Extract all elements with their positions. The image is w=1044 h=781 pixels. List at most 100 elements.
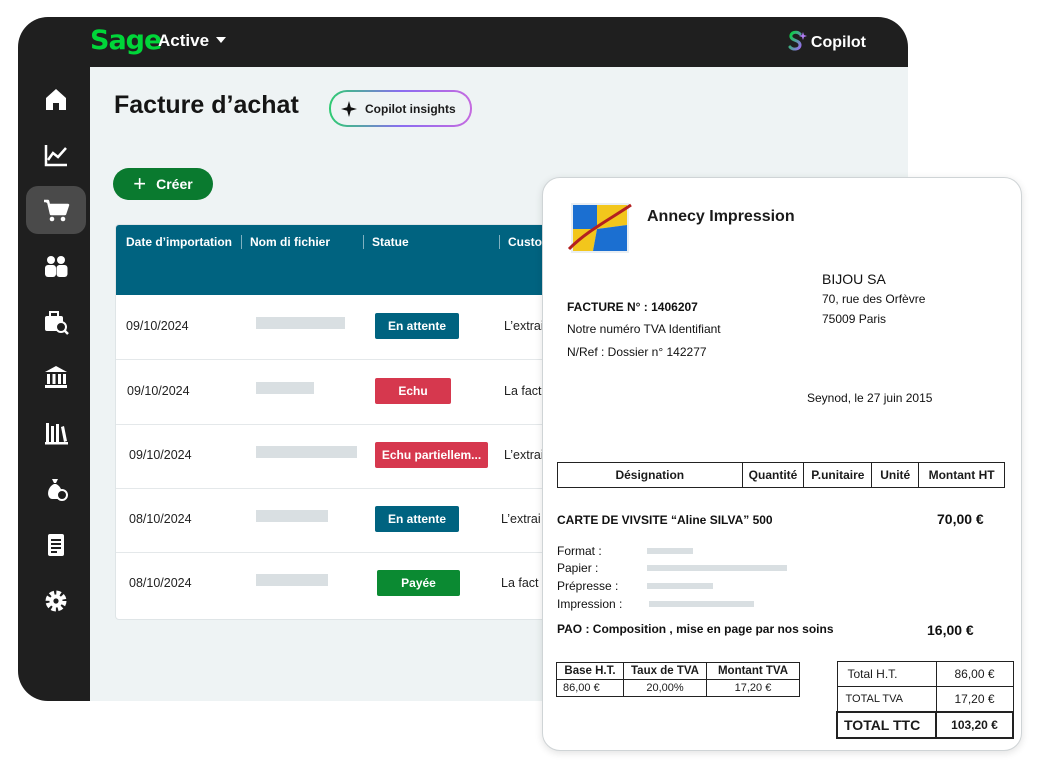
document-icon: [48, 534, 64, 556]
sidebar-item-bank[interactable]: [26, 353, 86, 401]
top-bar: Sage Active Copilot: [18, 17, 908, 67]
invoice-company-name: Annecy Impression: [647, 208, 795, 225]
status-badge: Echu: [375, 378, 451, 404]
detail-placeholder: [647, 548, 693, 554]
sidebar: [18, 67, 90, 701]
row-customer: L’extrai: [504, 448, 544, 462]
chevron-down-icon: [216, 37, 227, 43]
page-title: Facture d’achat: [114, 91, 299, 119]
status-badge: En attente: [375, 313, 459, 339]
recipient-name: BIJOU SA: [822, 271, 886, 287]
detail-placeholder: [649, 601, 754, 607]
sidebar-item-reports[interactable]: [26, 131, 86, 179]
total-ttc-value: 103,20 €: [935, 711, 1014, 739]
file-name-placeholder: [256, 317, 345, 329]
sidebar-item-accounting[interactable]: [26, 409, 86, 457]
table-row[interactable]: 09/10/2024 En attente L’extrai: [116, 295, 576, 360]
table-row[interactable]: 08/10/2024 Payée La fact: [116, 552, 576, 616]
col-designation: Désignation: [615, 468, 685, 482]
row-customer: L’extrai: [504, 319, 544, 333]
detail-paper: Papier :: [557, 561, 599, 575]
copilot-icon: [788, 30, 807, 51]
plus-icon: +: [133, 171, 147, 196]
sparkle-icon: [341, 100, 357, 117]
total-ht-label: Total H.T.: [836, 661, 937, 687]
create-button[interactable]: + Créer: [113, 168, 213, 200]
item1-label: CARTE DE VIVSITE “Aline SILVA” 500: [557, 513, 773, 527]
detail-format: Format :: [557, 544, 602, 558]
status-badge: Payée: [377, 570, 460, 596]
copilot-label: Copilot: [810, 34, 866, 51]
sidebar-item-documents[interactable]: [26, 521, 86, 569]
vat-table: Base H.T. Taux de TVA Montant TVA 86,00 …: [556, 662, 800, 697]
totals-table: Total H.T. 86,00 € TOTAL TVA 17,20 € TOT…: [836, 661, 1014, 739]
table-row[interactable]: 08/10/2024 En attente L’extrai: [116, 488, 576, 553]
place-date: Seynod, le 27 juin 2015: [807, 391, 933, 405]
detail-placeholder: [647, 565, 787, 571]
recipient-street: 70, rue des Orfèvre: [822, 292, 926, 306]
status-filter-label: Active: [158, 31, 210, 50]
row-customer: La fact: [504, 384, 542, 398]
row-customer: La fact: [501, 576, 539, 590]
sidebar-item-home[interactable]: [26, 75, 86, 123]
table-row[interactable]: 09/10/2024 Echu La fact: [116, 360, 576, 425]
create-label: Créer: [156, 176, 193, 192]
row-date: 09/10/2024: [127, 384, 190, 398]
sidebar-item-payroll[interactable]: [26, 465, 86, 513]
invoice-number: FACTURE N° : 1406207: [567, 300, 698, 314]
vat-amount: 17,20 €: [706, 679, 800, 697]
row-date: 09/10/2024: [129, 448, 192, 462]
table-row[interactable]: 09/10/2024 Echu partiellem... L’extrai: [116, 424, 576, 489]
chart-icon: [44, 145, 67, 167]
status-filter-dropdown[interactable]: Active: [158, 31, 227, 51]
invoice-preview: Annecy Impression BIJOU SA 70, rue des O…: [542, 177, 1022, 751]
sidebar-item-contacts[interactable]: [26, 242, 86, 290]
vat-header-rate: Taux de TVA: [623, 662, 707, 680]
vat-header-base: Base H.T.: [556, 662, 624, 680]
invoice-table: Date d’importation Nom di fichier Statue…: [115, 224, 577, 620]
home-icon: [46, 89, 66, 110]
row-date: 09/10/2024: [126, 319, 189, 333]
total-ht-value: 86,00 €: [935, 661, 1014, 687]
sidebar-item-search[interactable]: [26, 298, 86, 346]
total-ttc-label: TOTAL TTC: [836, 711, 937, 739]
detail-printing: Impression :: [557, 597, 623, 611]
status-badge: En attente: [375, 506, 459, 532]
sidebar-item-purchases[interactable]: [26, 186, 86, 234]
vat-identifier: Notre numéro TVA Identifiant: [567, 322, 721, 336]
books-icon: [45, 423, 68, 445]
cart-icon: [44, 199, 70, 222]
item1-amount: 70,00 €: [937, 511, 984, 527]
column-header-file-name[interactable]: Nom di fichier: [241, 235, 330, 249]
file-name-placeholder: [256, 446, 357, 458]
file-name-placeholder: [256, 510, 328, 522]
file-name-placeholder: [256, 382, 314, 394]
detail-placeholder: [647, 583, 713, 589]
copilot-button[interactable]: Copilot: [787, 30, 866, 52]
col-unit: Unité: [871, 463, 918, 487]
sidebar-item-settings[interactable]: [26, 577, 86, 625]
bank-icon: [45, 366, 67, 388]
col-amount-ht: Montant HT: [918, 463, 1004, 487]
col-unit-price: P.unitaire: [803, 463, 871, 487]
row-customer: L’extrai: [501, 512, 541, 526]
reference-line: N/Ref : Dossier n° 142277: [567, 345, 707, 359]
gear-icon: [45, 590, 67, 612]
column-header-status[interactable]: Statue: [363, 235, 409, 249]
total-vat-label: TOTAL TVA: [836, 686, 937, 713]
recipient-city: 75009 Paris: [822, 312, 887, 326]
company-logo: [567, 203, 632, 253]
column-header-customer[interactable]: Custo: [499, 235, 542, 249]
money-bag-icon: [48, 479, 68, 501]
sage-logo[interactable]: Sage: [90, 25, 162, 56]
invoice-lines-header: Désignation Quantité P.unitaire Unité Mo…: [557, 462, 1005, 488]
copilot-insights-button[interactable]: Copilot insights: [329, 90, 472, 127]
file-name-placeholder: [256, 574, 328, 586]
column-header-import-date[interactable]: Date d’importation: [126, 235, 232, 249]
briefcase-search-icon: [45, 311, 69, 335]
detail-prepress: Prépresse :: [557, 579, 619, 593]
item2-label: PAO : Composition , mise en page par nos…: [557, 622, 834, 636]
copilot-insights-label: Copilot insights: [365, 101, 456, 116]
col-quantity: Quantité: [741, 463, 804, 487]
row-date: 08/10/2024: [129, 576, 192, 590]
